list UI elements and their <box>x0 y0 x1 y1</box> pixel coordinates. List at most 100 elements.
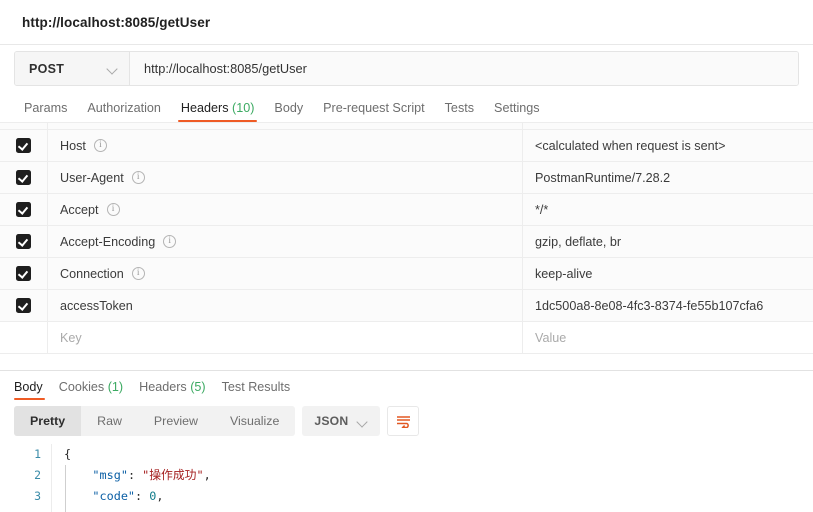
table-row: Connection keep-alive <box>0 258 813 290</box>
header-key-cell[interactable]: Host <box>48 130 523 161</box>
header-value-cell[interactable]: Value <box>523 322 813 353</box>
request-tab-authorization[interactable]: Authorization <box>77 101 171 122</box>
request-tab-label: Pre-request Script <box>323 101 425 115</box>
header-key-cell[interactable]: Key <box>48 322 523 353</box>
request-tab-tests[interactable]: Tests <box>435 101 484 122</box>
header-value-cell[interactable]: gzip, deflate, br <box>523 226 813 257</box>
view-mode-group: Pretty Raw Preview Visualize <box>14 406 296 436</box>
response-format-select[interactable]: JSON <box>302 406 381 436</box>
line-number-gutter: 1 2 3 <box>0 444 52 512</box>
response-tab-cookies[interactable]: Cookies (1) <box>51 380 131 400</box>
request-tabs: Params Authorization Headers (10) Body Pre-r… <box>0 90 813 122</box>
view-mode-pretty[interactable]: Pretty <box>14 406 82 436</box>
header-key-text: Accept-Encoding <box>60 234 156 249</box>
header-enabled-checkbox-cell[interactable] <box>0 123 48 129</box>
request-tab-count: (10) <box>228 101 255 115</box>
response-tab-headers[interactable]: Headers (5) <box>131 380 214 400</box>
header-value-cell[interactable]: 1dc500a8-8e08-4fc3-8374-fe55b107cfa6 <box>523 290 813 321</box>
header-value-text: <calculated when request is sent> <box>535 138 726 153</box>
checkbox-checked-icon[interactable] <box>16 298 31 313</box>
view-mode-preview[interactable]: Preview <box>138 406 214 436</box>
header-value-cell[interactable] <box>523 123 813 129</box>
header-value-placeholder: Value <box>535 330 567 345</box>
line-number: 3 <box>34 489 41 503</box>
http-method-label: POST <box>29 61 65 76</box>
response-tab-body[interactable]: Body <box>14 380 51 400</box>
table-row: Accept-Encoding gzip, deflate, br <box>0 226 813 258</box>
info-icon[interactable] <box>93 139 107 152</box>
header-enabled-checkbox-cell[interactable] <box>0 290 48 321</box>
checkbox-checked-icon[interactable] <box>16 234 31 249</box>
table-row <box>0 123 813 130</box>
request-tab-label: Params <box>24 101 68 115</box>
request-tab-params[interactable]: Params <box>14 101 77 122</box>
info-icon[interactable] <box>163 235 177 248</box>
response-body-viewer[interactable]: 1 2 3 { "msg": "操作成功", "code": 0, <box>0 441 813 512</box>
header-enabled-checkbox-cell[interactable] <box>0 162 48 193</box>
header-key-cell[interactable]: User-Agent <box>48 162 523 193</box>
url-input-value: http://localhost:8085/getUser <box>144 61 307 76</box>
code-token-punc: { <box>64 447 72 461</box>
request-tab-settings[interactable]: Settings <box>484 101 550 122</box>
table-row: accessToken 1dc500a8-8e08-4fc3-8374-fe55b… <box>0 290 813 322</box>
header-value-cell[interactable]: */* <box>523 194 813 225</box>
url-box: POST http://localhost:8085/getUser <box>14 51 799 86</box>
wrap-lines-button[interactable] <box>387 406 420 436</box>
request-tab-label: Tests <box>444 101 475 115</box>
header-key-text: Accept <box>60 202 99 217</box>
http-method-select[interactable]: POST <box>15 52 130 85</box>
header-key-text: accessToken <box>60 298 133 313</box>
info-icon[interactable] <box>106 203 120 216</box>
line-number: 2 <box>34 468 41 482</box>
code-token-punc: , <box>156 489 164 503</box>
wrap-lines-icon <box>396 415 410 428</box>
checkbox-checked-icon[interactable] <box>16 138 31 153</box>
header-enabled-checkbox-cell[interactable] <box>0 194 48 225</box>
header-key-cell[interactable]: accessToken <box>48 290 523 321</box>
header-value-text: */* <box>535 202 549 217</box>
response-tab-test-results[interactable]: Test Results <box>214 380 299 400</box>
view-mode-visualize[interactable]: Visualize <box>214 406 295 436</box>
header-key-cell[interactable]: Accept <box>48 194 523 225</box>
header-key-cell[interactable]: Accept-Encoding <box>48 226 523 257</box>
checkbox-checked-icon[interactable] <box>16 202 31 217</box>
header-key-text: Connection <box>60 266 124 281</box>
response-tab-count: (5) <box>186 380 206 394</box>
request-tab-body[interactable]: Body <box>264 101 313 122</box>
response-tab-count: (1) <box>104 380 124 394</box>
response-view-bar: Pretty Raw Preview Visualize JSON <box>0 400 813 441</box>
checkbox-checked-icon[interactable] <box>16 266 31 281</box>
code-token-key: "msg" <box>92 468 128 482</box>
chevron-down-icon <box>107 63 118 74</box>
header-value-text: PostmanRuntime/7.28.2 <box>535 170 671 185</box>
request-tab-headers[interactable]: Headers (10) <box>171 101 265 122</box>
code-token-punc <box>64 489 92 503</box>
view-mode-raw[interactable]: Raw <box>81 406 138 436</box>
info-icon[interactable] <box>131 267 145 280</box>
request-tab-pre-request-script[interactable]: Pre-request Script <box>313 101 435 122</box>
header-value-cell[interactable]: keep-alive <box>523 258 813 289</box>
checkbox-checked-icon[interactable] <box>16 170 31 185</box>
header-enabled-checkbox-cell[interactable] <box>0 130 48 161</box>
header-value-cell[interactable]: <calculated when request is sent> <box>523 130 813 161</box>
header-enabled-checkbox-cell[interactable] <box>0 226 48 257</box>
response-format-label: JSON <box>314 414 349 428</box>
header-value-text: gzip, deflate, br <box>535 234 622 249</box>
header-value-cell[interactable]: PostmanRuntime/7.28.2 <box>523 162 813 193</box>
header-key-placeholder: Key <box>60 330 82 345</box>
code-line: { <box>64 444 813 465</box>
header-key-cell[interactable]: Connection <box>48 258 523 289</box>
header-enabled-checkbox-cell[interactable] <box>0 258 48 289</box>
postman-request-window: http://localhost:8085/getUser POST http:… <box>0 0 813 512</box>
code-token-punc: : <box>135 489 150 503</box>
code-token-punc: : <box>127 468 143 482</box>
response-body-code[interactable]: { "msg": "操作成功", "code": 0, <box>52 444 813 512</box>
table-row: Accept */* <box>0 194 813 226</box>
response-tab-label: Cookies <box>58 380 105 394</box>
header-key-text: User-Agent <box>60 170 124 185</box>
header-key-cell[interactable] <box>48 123 523 129</box>
code-line: "code": 0, <box>64 486 813 507</box>
info-icon[interactable] <box>131 171 145 184</box>
table-row: User-Agent PostmanRuntime/7.28.2 <box>0 162 813 194</box>
url-input[interactable]: http://localhost:8085/getUser <box>130 52 798 85</box>
